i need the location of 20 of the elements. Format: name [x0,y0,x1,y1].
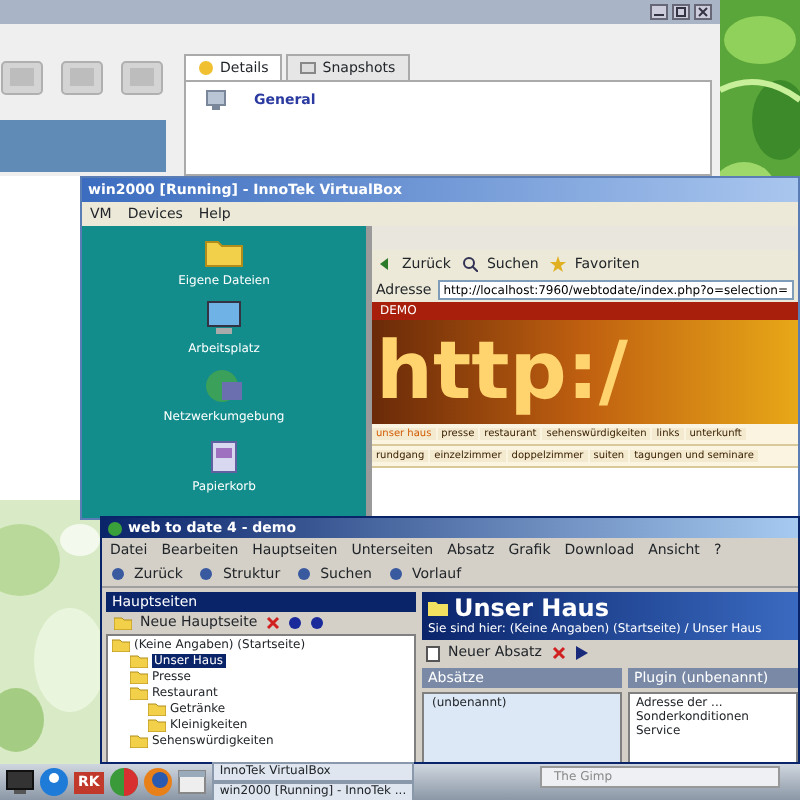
close-icon[interactable] [694,4,712,20]
page-title: Unser Haus [454,594,609,623]
next-icon[interactable] [575,646,588,661]
person-icon[interactable] [40,768,68,796]
page-icon [426,645,440,662]
computer-icon[interactable] [202,298,246,339]
star-icon [550,256,567,272]
maximize-icon[interactable] [672,4,690,20]
globe-icon[interactable] [143,768,172,796]
delete-icon[interactable] [551,646,566,661]
window-icon[interactable] [177,770,206,794]
minimize-icon[interactable] [650,4,668,20]
folder-icon [428,600,448,617]
circle-icon[interactable] [109,768,138,796]
banner-text: http:/ [376,326,628,418]
app-icon [108,521,122,535]
delete-icon[interactable] [265,616,280,631]
monitor-icon[interactable] [6,770,34,794]
computer-icon [206,90,226,111]
camera-icon [300,60,317,77]
